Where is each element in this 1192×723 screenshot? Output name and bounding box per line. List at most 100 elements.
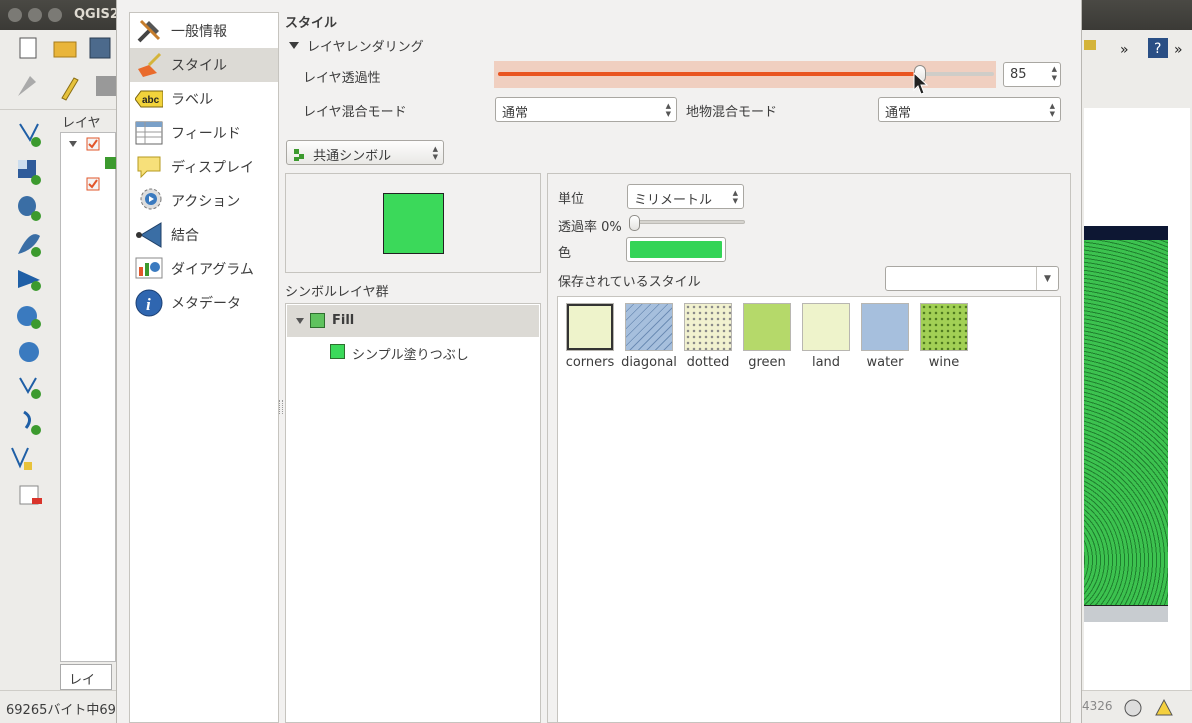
nav-item-fields[interactable]: フィールド <box>130 116 278 150</box>
info-icon: i <box>135 289 163 317</box>
transparency-label: レイヤ透過性 <box>303 71 381 86</box>
symbol-tree-root[interactable]: Fill <box>287 305 539 337</box>
style-name: water <box>866 355 904 370</box>
new-project-icon <box>19 37 37 59</box>
nav-item-labels[interactable]: abc ラベル <box>130 82 278 116</box>
add-grass-layer-icon <box>23 410 41 435</box>
toolbar-icons <box>18 37 116 101</box>
collapse-arrow-icon <box>296 318 304 324</box>
page-title: スタイル <box>285 16 338 31</box>
nav-item-diagrams[interactable]: ダイアグラム <box>130 252 278 286</box>
nav-item-joins[interactable]: 結合 <box>130 218 278 252</box>
style-item-water[interactable]: water <box>857 303 913 370</box>
symbol-tree-child-label[interactable]: シンプル塗りつぶし <box>352 344 469 363</box>
single-symbol-icon <box>294 149 304 161</box>
feature-blend-value: 通常 <box>885 106 912 121</box>
left-toolbar <box>0 110 52 690</box>
add-postgis-layer-icon <box>18 196 41 221</box>
renderer-type-select[interactable]: 共通シンボル ▲ ▼ <box>286 140 444 165</box>
layer-tree-items <box>69 137 117 191</box>
symbol-opacity-slider[interactable] <box>633 220 745 224</box>
nav-item-label: メタデータ <box>171 296 241 312</box>
svg-text:?: ? <box>1154 41 1161 57</box>
saved-styles-select[interactable]: ▼ <box>885 266 1059 291</box>
pencil-icon <box>61 77 79 101</box>
color-button[interactable] <box>626 237 726 262</box>
style-item-corners[interactable]: corners <box>562 303 618 370</box>
close-window-button[interactable] <box>8 8 22 22</box>
unit-select[interactable]: ミリメートル ▲ ▼ <box>627 184 744 209</box>
symbol-preview-swatch <box>383 193 444 254</box>
map-layer-render <box>1084 226 1168 606</box>
style-name: corners <box>565 355 615 370</box>
nav-item-metadata[interactable]: i メタデータ <box>130 286 278 320</box>
layer-tools <box>11 123 42 505</box>
symbol-layer-tree[interactable]: Fill シンプル塗りつぶし <box>285 303 541 723</box>
fill-swatch-icon <box>310 313 325 328</box>
simple-fill-swatch-icon <box>330 344 345 359</box>
transparency-slider-fill <box>498 72 920 76</box>
style-name: green <box>748 355 786 370</box>
minimize-window-button[interactable] <box>28 8 42 22</box>
expand-arrow-icon <box>69 141 77 147</box>
nav-item-actions[interactable]: アクション <box>130 184 278 218</box>
renderer-value: 共通シンボル <box>313 149 392 164</box>
combo-arrows-icon: ▲ ▼ <box>432 145 438 161</box>
svg-text:abc: abc <box>142 95 160 106</box>
style-item-diagonal[interactable]: diagonal <box>621 303 677 370</box>
blend-mode-label: レイヤ混合モード <box>303 105 407 120</box>
nav-item-label: スタイル <box>171 58 227 74</box>
note-icon <box>1084 40 1096 50</box>
nav-item-display[interactable]: ディスプレイ <box>130 150 278 184</box>
symbol-opacity-handle[interactable] <box>629 215 640 231</box>
style-swatch <box>566 303 614 351</box>
nav-item-label: ディスプレイ <box>171 160 255 176</box>
crs-status[interactable]: 4326 <box>1082 699 1113 713</box>
layers-tab[interactable]: レイヤ <box>60 664 112 707</box>
chevron-more-icon: » <box>1120 42 1129 58</box>
style-item-land[interactable]: land <box>798 303 854 370</box>
style-item-wine[interactable]: wine <box>916 303 972 370</box>
nav-item-label: アクション <box>171 194 241 210</box>
new-shapefile-icon <box>11 447 32 470</box>
layer-blend-mode-select[interactable]: 通常 ▲ ▼ <box>495 97 677 122</box>
svg-text:i: i <box>146 295 151 314</box>
layers-tree[interactable] <box>60 132 117 662</box>
speech-bubble-icon <box>135 153 163 181</box>
status-message: 69265バイト中69 <box>6 703 116 718</box>
table-icon <box>135 119 163 147</box>
chevron-more-icon-2: » <box>1174 42 1183 58</box>
abc-label-icon: abc <box>135 85 163 113</box>
save-edits-icon <box>96 76 116 96</box>
transparency-spinbox[interactable]: 85 ▲ ▼ <box>1003 62 1061 87</box>
symbol-layers-label: シンボルレイヤ群 <box>285 285 389 300</box>
style-item-dotted[interactable]: dotted <box>680 303 736 370</box>
nav-item-label: ダイアグラム <box>171 262 254 278</box>
combo-arrows-icon: ▲ ▼ <box>665 102 671 118</box>
blend-mode-value: 通常 <box>502 106 529 121</box>
crs-globe-icon <box>1124 699 1142 717</box>
layer-rendering-group-header[interactable]: レイヤレンダリング <box>289 36 424 55</box>
nav-item-general[interactable]: 一般情報 <box>130 14 278 48</box>
style-name: diagonal <box>621 355 677 370</box>
nav-item-style[interactable]: スタイル <box>130 48 278 82</box>
feature-blend-mode-select[interactable]: 通常 ▲ ▼ <box>878 97 1061 122</box>
style-swatch <box>802 303 850 351</box>
saved-styles-list[interactable]: corners diagonal dotted green land water… <box>557 296 1061 723</box>
transparency-value: 85 <box>1010 67 1027 82</box>
maximize-window-button[interactable] <box>48 8 62 22</box>
combo-arrows-icon: ▲ ▼ <box>1049 102 1055 118</box>
style-name: dotted <box>686 355 730 370</box>
style-swatch <box>920 303 968 351</box>
tools-icon <box>135 17 163 45</box>
style-swatch <box>625 303 673 351</box>
color-label: 色 <box>558 246 572 261</box>
add-wfs-layer-icon <box>19 342 39 362</box>
opacity-label: 透過率 0% <box>558 220 622 235</box>
style-item-green[interactable]: green <box>739 303 795 370</box>
main-toolbar <box>0 30 116 110</box>
open-folder-icon <box>53 41 77 58</box>
splitter-handle[interactable] <box>279 400 283 414</box>
spin-arrows-icon[interactable]: ▲ ▼ <box>1052 65 1057 83</box>
nav-item-label: 結合 <box>171 228 199 244</box>
